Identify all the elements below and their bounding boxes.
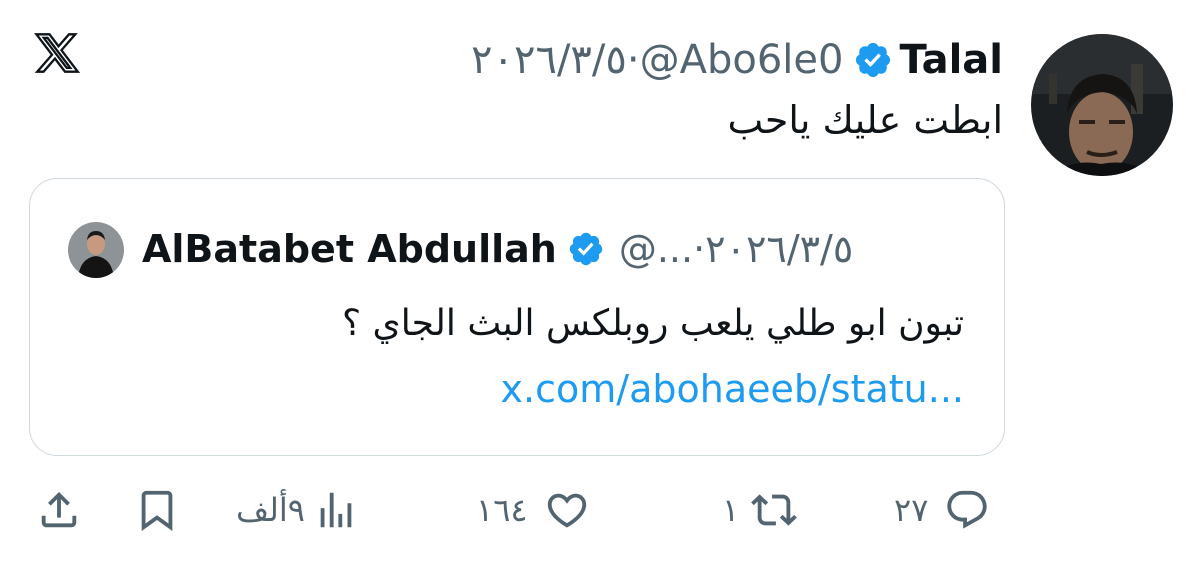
bookmark-button[interactable]: [134, 486, 180, 534]
share-icon: [41, 491, 77, 528]
quoted-avatar-photo: [68, 222, 124, 278]
quoted-author-handle: @...: [618, 227, 694, 271]
heart-icon: [547, 493, 586, 528]
replies-count: ٢٧: [894, 491, 929, 529]
author-avatar[interactable]: [1031, 34, 1173, 176]
reposts-count: ١: [722, 491, 740, 529]
quoted-author-avatar: [68, 222, 124, 278]
meta-separator: ·: [626, 37, 640, 83]
quoted-header: AlBatabet Abdullah @... · ٢٠٢٦/٣/٥: [142, 219, 853, 279]
x-logo-icon[interactable]: [34, 30, 80, 76]
quoted-author-name: AlBatabet Abdullah: [142, 227, 557, 271]
verified-badge-icon: [856, 42, 891, 78]
quoted-link[interactable]: x.com/abohaeeb/statu...: [501, 367, 964, 411]
post-header: ٢٠٢٦/٣/٥ · @Abo6le0 Talal: [471, 30, 1003, 90]
views-count: ٩ألف: [236, 491, 305, 529]
author-handle[interactable]: @Abo6le0: [640, 37, 844, 83]
quoted-text: تبون ابو طلي يلعب روبلكس البث الجاي ؟: [341, 303, 964, 344]
author-name[interactable]: Talal: [899, 37, 1003, 83]
share-button[interactable]: [36, 486, 82, 534]
reply-button[interactable]: ٢٧: [894, 486, 990, 534]
views-button[interactable]: ٩ألف: [236, 486, 359, 534]
post-date[interactable]: ٢٠٢٦/٣/٥: [471, 37, 627, 83]
post-text: ابطت عليك ياحب: [727, 98, 1003, 142]
avatar-photo: [1031, 34, 1173, 176]
verified-badge-icon: [569, 232, 603, 266]
views-icon: [320, 492, 352, 528]
quoted-date: ٢٠٢٦/٣/٥: [705, 227, 854, 271]
bookmark-icon: [141, 490, 173, 531]
like-button[interactable]: ١٦٤: [476, 486, 590, 534]
likes-count: ١٦٤: [476, 491, 528, 529]
repost-button[interactable]: ١: [722, 486, 798, 534]
quoted-tweet-card[interactable]: AlBatabet Abdullah @... · ٢٠٢٦/٣/٥ تبون …: [29, 178, 1005, 456]
reply-icon: [947, 490, 988, 529]
meta-separator: ·: [693, 227, 706, 271]
repost-icon: [751, 494, 798, 526]
